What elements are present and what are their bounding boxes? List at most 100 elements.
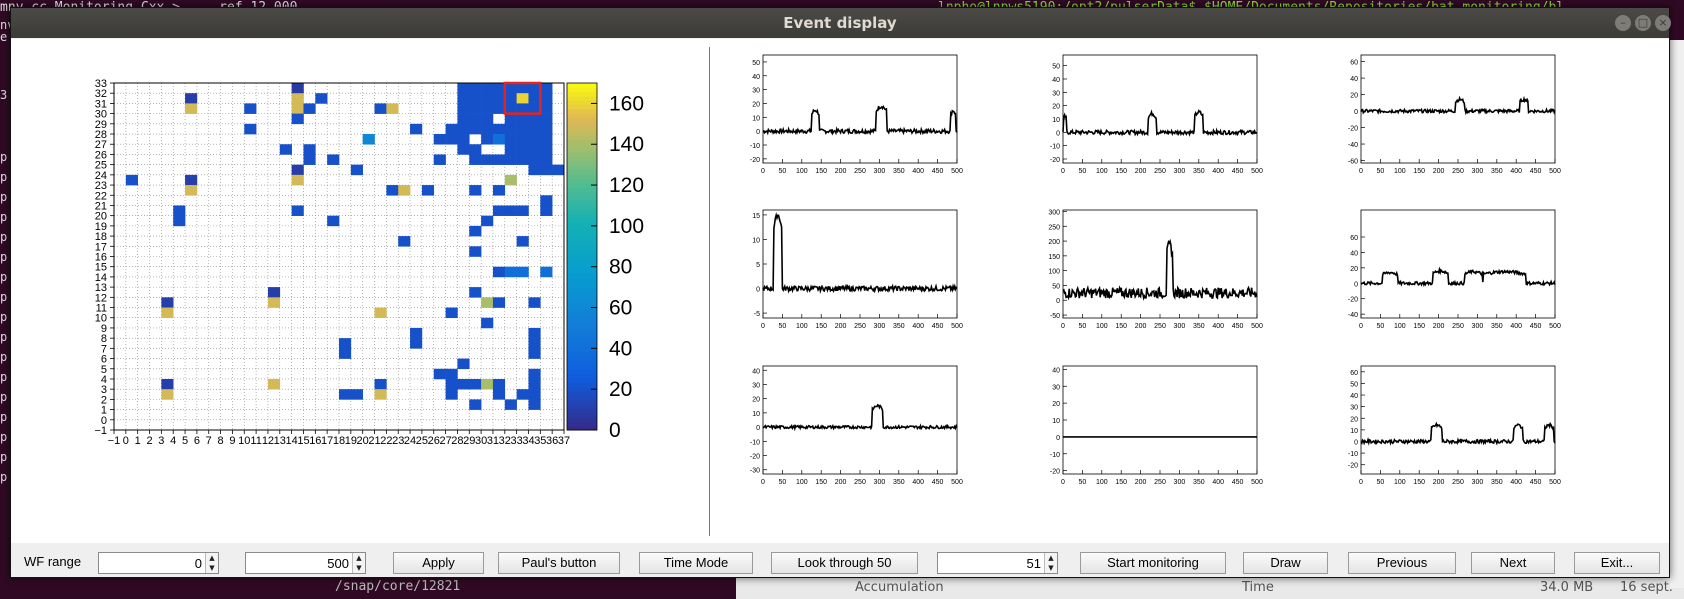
heatmap-cell[interactable] [339, 348, 352, 359]
heatmap-cell[interactable] [161, 378, 174, 390]
heatmap-cell[interactable] [185, 93, 198, 104]
previous-button[interactable]: Previous [1348, 552, 1456, 574]
waveform-frame[interactable] [1062, 365, 1258, 475]
heatmap-cell[interactable] [374, 378, 387, 390]
heatmap-cell[interactable] [433, 154, 446, 165]
heatmap-cell[interactable] [469, 93, 482, 104]
heatmap-cell[interactable] [540, 195, 553, 206]
close-button[interactable]: × [1655, 15, 1671, 31]
heatmap-cell[interactable] [552, 164, 565, 176]
heatmap-cell[interactable] [291, 205, 304, 216]
heatmap-cell[interactable] [327, 154, 340, 165]
heatmap-cell[interactable] [528, 378, 541, 390]
heatmap-cell[interactable] [469, 123, 482, 135]
heatmap-cell[interactable] [161, 297, 174, 308]
wf-max-arrows[interactable]: ▲ ▼ [352, 553, 365, 573]
heatmap-cell[interactable] [327, 215, 340, 227]
heatmap-cell[interactable] [504, 83, 517, 94]
heatmap-cell[interactable] [339, 338, 352, 349]
heatmap-cell[interactable] [540, 93, 553, 104]
maximize-button[interactable]: □ [1635, 15, 1651, 31]
heatmap-cell[interactable] [504, 399, 517, 410]
heatmap-cell[interactable] [410, 338, 423, 349]
waveform-frame[interactable] [762, 54, 958, 164]
heatmap-cell[interactable] [185, 103, 198, 114]
heatmap-cell[interactable] [279, 144, 292, 155]
heatmap-cell[interactable] [540, 103, 553, 114]
down-arrow-icon[interactable]: ▼ [353, 563, 365, 573]
draw-button[interactable]: Draw [1243, 552, 1328, 574]
heatmap-cell[interactable] [386, 103, 399, 114]
heatmap-cell[interactable] [457, 144, 470, 155]
heatmap-cell[interactable] [540, 154, 553, 165]
heatmap-cell[interactable] [303, 144, 316, 155]
heatmap-cell[interactable] [457, 83, 470, 94]
heatmap-cell[interactable] [540, 164, 553, 176]
up-arrow-icon[interactable]: ▲ [1045, 553, 1057, 563]
heatmap-cell[interactable] [516, 205, 529, 216]
heatmap-cell[interactable] [267, 297, 281, 308]
heatmap-cell[interactable] [528, 389, 541, 400]
waveform-frame[interactable] [1360, 209, 1556, 319]
wf-max-input[interactable] [246, 553, 365, 573]
event-number-arrows[interactable]: ▲ ▼ [1044, 553, 1057, 573]
title-bar[interactable]: Event display – □ × [11, 8, 1671, 38]
heatmap-cell[interactable] [528, 164, 541, 176]
heatmap-cell[interactable] [481, 113, 494, 125]
heatmap-cell[interactable] [445, 123, 458, 135]
heatmap-cell[interactable] [492, 297, 506, 308]
look-through-button[interactable]: Look through 50 [771, 552, 918, 574]
heatmap-cell[interactable] [362, 134, 375, 145]
heatmap-cell[interactable] [374, 307, 387, 319]
heatmap-cell[interactable] [350, 164, 363, 176]
heatmap-cell[interactable] [504, 113, 517, 125]
heatmap-cell[interactable] [291, 113, 304, 125]
heatmap-cell[interactable] [457, 378, 470, 390]
heatmap-cell[interactable] [185, 185, 198, 196]
up-arrow-icon[interactable]: ▲ [353, 553, 365, 563]
heatmap-cell[interactable] [528, 297, 541, 308]
heatmap-cell[interactable] [540, 123, 553, 135]
heatmap-cell[interactable] [374, 389, 387, 400]
heatmap-cell[interactable] [516, 123, 529, 135]
heatmap-cell[interactable] [516, 83, 529, 94]
heatmap-cell[interactable] [125, 174, 138, 186]
heatmap-cell[interactable] [540, 113, 553, 125]
root-canvas[interactable]: −1 0 1 2 3 4 5 6 7 8 9 10 11 12 13 14 15 16 17 18 19 20 21 22 23… [11, 39, 1669, 543]
heatmap-cell[interactable] [339, 389, 352, 400]
heatmap-cell[interactable] [303, 154, 316, 165]
heatmap-cell[interactable] [528, 103, 541, 114]
heatmap-cell[interactable] [504, 123, 517, 135]
exit-button[interactable]: Exit... [1574, 552, 1660, 574]
heatmap-cell[interactable] [528, 83, 541, 94]
heatmap-cell[interactable] [433, 134, 446, 145]
heatmap-cell[interactable] [445, 134, 458, 145]
heatmap-cell[interactable] [528, 154, 541, 165]
heatmap-cell[interactable] [492, 103, 506, 114]
down-arrow-icon[interactable]: ▼ [1045, 563, 1057, 573]
heatmap-cell[interactable] [504, 174, 517, 186]
heatmap-cell[interactable] [528, 134, 541, 145]
heatmap-cell[interactable] [528, 123, 541, 135]
heatmap-cell[interactable] [469, 103, 482, 114]
heatmap-cell[interactable] [516, 134, 529, 145]
heatmap-cell[interactable] [481, 317, 494, 329]
heatmap-cell[interactable] [516, 144, 529, 155]
heatmap-cell[interactable] [445, 378, 458, 390]
heatmap-cell[interactable] [528, 93, 541, 104]
heatmap-cell[interactable] [469, 246, 482, 257]
heatmap-cell[interactable] [469, 378, 482, 390]
heatmap-cell[interactable] [173, 205, 186, 216]
heatmap-cell[interactable] [528, 144, 541, 155]
heatmap-cell[interactable] [410, 123, 423, 135]
heatmap-cell[interactable] [469, 225, 482, 237]
heatmap-cell[interactable] [528, 327, 541, 339]
waveform-frame[interactable] [762, 209, 958, 319]
wf-max-spinbox[interactable]: ▲▼ [245, 552, 366, 574]
heatmap-cell[interactable] [291, 174, 304, 186]
heatmap-cell[interactable] [492, 134, 506, 145]
heatmap-cell[interactable] [481, 134, 494, 145]
heatmap-cell[interactable] [504, 93, 517, 104]
heatmap-cell[interactable] [469, 185, 482, 196]
heatmap-cell[interactable] [481, 103, 494, 114]
